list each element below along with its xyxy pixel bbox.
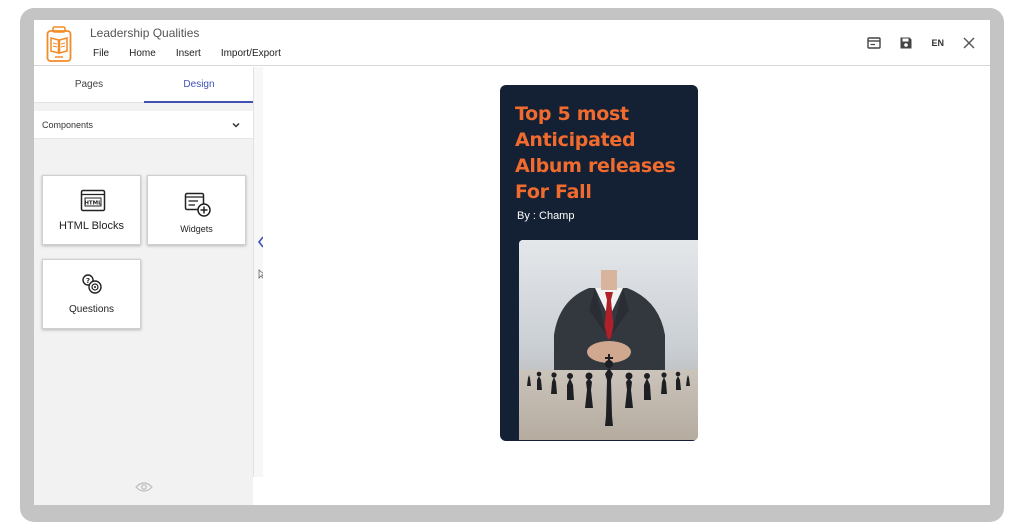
- close-icon[interactable]: [962, 36, 976, 50]
- widget-add-icon: [184, 192, 211, 217]
- app-header: Leadership Qualities File Home Insert Im…: [34, 20, 990, 66]
- questions-card[interactable]: ? Questions: [42, 259, 141, 329]
- preview-icon[interactable]: [867, 36, 882, 50]
- chevron-down-icon[interactable]: [231, 120, 241, 130]
- left-panel: Pages Design Components HTML HTML Blocks: [34, 67, 254, 505]
- tab-pages[interactable]: Pages: [34, 67, 144, 103]
- svg-text:HTML: HTML: [84, 201, 102, 207]
- menu-import-export[interactable]: Import/Export: [221, 48, 281, 59]
- widgets-card[interactable]: Widgets: [147, 175, 246, 245]
- app-window: Leadership Qualities File Home Insert Im…: [34, 20, 990, 505]
- story-card[interactable]: Top 5 most Anticipated Album releases Fo…: [500, 85, 698, 441]
- story-byline[interactable]: By : Champ: [517, 210, 574, 222]
- tab-design[interactable]: Design: [144, 67, 254, 103]
- html-blocks-card[interactable]: HTML HTML Blocks: [42, 175, 141, 245]
- story-image[interactable]: [519, 240, 698, 440]
- menu-file[interactable]: File: [93, 48, 109, 59]
- menu-bar: File Home Insert Import/Export: [93, 48, 301, 59]
- eye-icon[interactable]: [135, 481, 153, 493]
- book-logo-icon: [46, 26, 72, 62]
- components-accordion[interactable]: Components: [34, 111, 253, 139]
- widgets-label: Widgets: [180, 224, 213, 234]
- menu-insert[interactable]: Insert: [176, 48, 201, 59]
- panel-tabs: Pages Design: [34, 67, 254, 103]
- document-title: Leadership Qualities: [90, 26, 200, 40]
- html-blocks-label: HTML Blocks: [59, 220, 124, 232]
- save-icon[interactable]: [899, 36, 913, 50]
- story-title[interactable]: Top 5 most Anticipated Album releases Fo…: [515, 101, 697, 205]
- header-actions: EN: [867, 36, 976, 50]
- businessman-chess-image: [519, 240, 698, 440]
- html-icon: HTML: [80, 189, 106, 212]
- language-selector[interactable]: EN: [931, 38, 944, 48]
- questions-icon: ?: [82, 274, 102, 294]
- menu-home[interactable]: Home: [129, 48, 156, 59]
- questions-label: Questions: [68, 304, 115, 315]
- components-label: Components: [42, 120, 94, 130]
